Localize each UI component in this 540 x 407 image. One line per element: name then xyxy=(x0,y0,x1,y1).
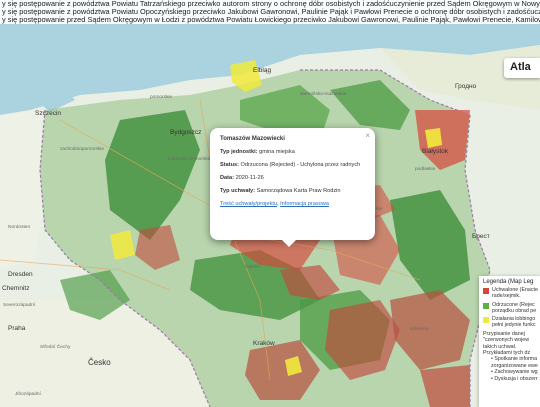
popup-date-row: Data: 2020-11-26 xyxy=(220,175,365,181)
map-label-bydgoszcz: Bydgoszcz xyxy=(170,129,201,136)
map-label-zachodniopomorskie: zachodniopomorskie xyxy=(60,146,104,152)
popup-status-row: Status: Odrzucona (Rejected) - Uchylona … xyxy=(220,162,365,168)
legend-swatch-green xyxy=(483,302,489,309)
legend-item-enacted: Uchwalone (Enacte rade/sejmik. xyxy=(483,287,540,300)
legend-label: rade/sejmik. xyxy=(492,293,521,300)
map-label-jihozapadni: Jihozápadní xyxy=(15,391,42,397)
popup-links: Treść uchwały/projektu, Informacja praso… xyxy=(220,201,365,207)
popup-act-label: Typ uchwały: xyxy=(220,188,256,194)
legend-label: Odrzucone (Rejec xyxy=(492,301,535,308)
map-label-cesko: Česko xyxy=(88,358,111,367)
map-label-pomorskie: pomorskie xyxy=(150,94,172,100)
popup-title: Tomaszów Mazowiecki xyxy=(220,136,285,142)
popup-date-value: 2020-11-26 xyxy=(235,175,264,181)
map-label-lubelskie: lubelskie xyxy=(410,326,429,332)
popup-act-row: Typ uchwały: Samorządowa Karta Praw Rodz… xyxy=(220,188,365,194)
legend-title: Legenda (Map Leg xyxy=(483,279,534,285)
press-info-link[interactable]: Informacja prasowa xyxy=(280,201,329,207)
popup-date-label: Data: xyxy=(220,175,234,181)
popup-type-label: Typ jednostki: xyxy=(220,149,258,155)
resolution-text-link[interactable]: Treść uchwały/projektu xyxy=(220,201,277,207)
legend-label: porządku obrad pe xyxy=(492,307,537,314)
map-label-praha: Praha xyxy=(8,325,26,332)
ticker-line: y się postępowanie przed Sądem Okręgowym… xyxy=(2,14,540,24)
popup-status-value: Odrzucona (Rejected) - Uchylona przez ra… xyxy=(240,162,361,168)
map-label-chemnitz: Chemnitz xyxy=(2,285,29,292)
map-label-nordosten: Nordosten xyxy=(8,224,30,230)
legend-label: Działania lobbingo xyxy=(492,316,536,323)
map-label-warminsko: warmińsko-mazurskie xyxy=(300,91,347,97)
legend-label: pełni jedynie funkc xyxy=(492,322,536,329)
map-label-elblag: Elbląg xyxy=(253,67,271,74)
legend-item-rejected: Odrzucone (Rejec porządku obrad pe xyxy=(483,302,540,315)
popup-type-row: Typ jednostki: gmina miejska xyxy=(220,149,365,155)
map-label-bialystok: Białystok xyxy=(422,148,449,155)
close-icon[interactable]: × xyxy=(365,131,370,140)
map-legend: Legenda (Map Leg Uchwalone (Enacte rade/s… xyxy=(479,276,540,407)
region-popup: × Tomaszów Mazowiecki Typ jednostki: gmi… xyxy=(210,128,375,247)
map-label-krakow: Kraków xyxy=(253,340,275,347)
map-label-lodzkie: łódzkie xyxy=(245,264,260,270)
legend-swatch-red xyxy=(483,288,489,294)
map-label-brest: Брест xyxy=(472,233,490,240)
popup-status-label: Status: xyxy=(220,162,239,168)
map-label-dresden: Dresden xyxy=(8,271,33,278)
popup-tip xyxy=(282,240,296,247)
popup-act-value: Samorządowa Karta Praw Rodzin xyxy=(256,188,341,194)
legend-item-lobbying: Działania lobbingo pełni jedynie funkc xyxy=(483,316,540,329)
atlas-tab[interactable]: Atla xyxy=(504,58,540,78)
legend-bullet: • Dyskusja i obszerr xyxy=(491,375,538,382)
news-ticker: y się postępowanie z powództwa Powiatu T… xyxy=(0,0,540,24)
legend-label: Uchwalone (Enacte xyxy=(492,287,538,293)
map-label-kujawsko: kujawsko-pomorskie xyxy=(168,156,212,162)
popup-type-value: gmina miejska xyxy=(259,149,295,155)
legend-swatch-yellow xyxy=(483,317,489,324)
map-label-grodno: Гродно xyxy=(455,83,477,90)
map-label-szczecin: Szczecin xyxy=(35,110,61,117)
map-label-podlaskie: podlaskie xyxy=(415,166,436,172)
map-label-stredni-cechy: Střední Čechy xyxy=(40,343,71,350)
map-label-severozapadni: Severozápadní xyxy=(3,302,36,308)
